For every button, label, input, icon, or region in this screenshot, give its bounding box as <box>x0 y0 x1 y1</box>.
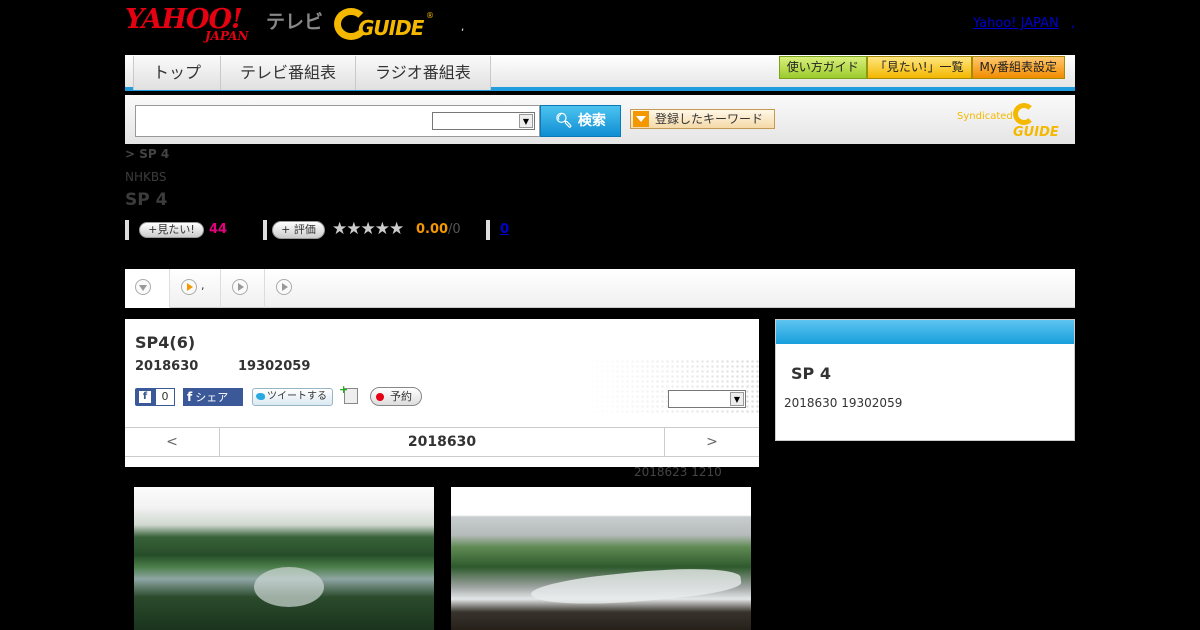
rating-total: /0 <box>448 222 461 237</box>
date-pager: < 2018630 > <box>125 427 759 457</box>
program-tabs: , <box>125 269 1075 308</box>
divider <box>486 220 490 240</box>
yahoo-japan-link[interactable]: Yahoo! JAPAN <box>973 16 1059 31</box>
usage-guide-button[interactable]: 使い方ガイド <box>778 56 867 79</box>
program-photo[interactable] <box>451 487 751 630</box>
episode-panel: SP4(6) 2018630 19302059 f 0 f シェア ツイートする … <box>125 319 759 467</box>
search-icon: 🔍︎ <box>555 113 578 129</box>
nav-tab-top[interactable]: トップ <box>133 56 221 90</box>
plus-icon: + <box>281 223 294 236</box>
syndicated-label: Syndicated <box>957 111 1013 122</box>
header-link-separator: , <box>1071 16 1076 31</box>
syndicated-logo-text: GUIDE <box>1013 125 1059 140</box>
nav-tab-radio-listings[interactable]: ラジオ番組表 <box>355 56 491 90</box>
divider <box>125 220 129 240</box>
tab-item[interactable] <box>266 269 309 308</box>
facebook-like-count: 0 <box>155 388 175 406</box>
rating-score: 0.00 <box>416 222 449 237</box>
gguide-logo[interactable]: GUIDE ® <box>334 8 434 42</box>
tweet-button[interactable]: ツイートする <box>252 388 333 406</box>
tweet-label: ツイートする <box>267 391 327 402</box>
want-to-watch-count: 44 <box>209 222 228 237</box>
record-icon <box>376 393 384 401</box>
nav-tabs: トップ テレビ番組表 ラジオ番組表 <box>133 56 491 90</box>
episode-title: SP4(6) <box>135 333 196 352</box>
saved-keywords-button[interactable]: 登録したキーワード <box>630 109 775 129</box>
side-panel-title: SP 4 <box>791 364 831 383</box>
tv-logo-label[interactable]: テレビ <box>266 7 323 34</box>
facebook-share-button[interactable]: f シェア <box>183 388 243 406</box>
nav-tab-tv-listings[interactable]: テレビ番組表 <box>220 56 356 90</box>
record-reserve-button[interactable]: 予約 <box>370 387 422 406</box>
tab-item[interactable] <box>222 269 265 308</box>
side-panel-header <box>776 320 1074 344</box>
search-bar: ▼ 🔍︎ 検索 登録したキーワード Syndicated GUIDE <box>125 95 1075 144</box>
review-count-link[interactable]: 0 <box>500 222 509 237</box>
play-icon <box>232 279 248 295</box>
tab-label: , <box>201 279 205 292</box>
registered-mark: ® <box>426 11 434 20</box>
program-photo[interactable] <box>134 487 434 630</box>
gguide-g-icon <box>1013 103 1035 125</box>
twitter-bird-icon <box>256 393 265 400</box>
tab-expanded[interactable] <box>125 269 170 308</box>
episode-select[interactable]: ▼ <box>668 390 746 408</box>
side-panel: SP 4 2018630 19302059 <box>775 319 1075 441</box>
page-title: SP 4 <box>125 190 168 210</box>
facebook-icon: f <box>187 390 193 404</box>
global-nav: トップ テレビ番組表 ラジオ番組表 使い方ガイド 「見たい!」一覧 My番組表設… <box>125 55 1075 91</box>
nav-utility-buttons: 使い方ガイド 「見たい!」一覧 My番組表設定 <box>778 56 1065 79</box>
search-button[interactable]: 🔍︎ 検索 <box>540 105 621 137</box>
plus-icon: + <box>148 223 158 236</box>
dropdown-arrow-icon <box>633 111 649 127</box>
gguide-logo-text: GUIDE <box>358 16 424 40</box>
watchlist-button[interactable]: 「見たい!」一覧 <box>866 56 972 79</box>
search-category-select[interactable]: ▼ <box>432 112 535 130</box>
facebook-like-button[interactable]: f 0 <box>135 388 175 406</box>
channel-name: NHKBS <box>125 170 167 184</box>
chevron-down-icon: ▼ <box>730 392 744 406</box>
rate-button[interactable]: + 評価 <box>272 221 325 239</box>
episode-time: 19302059 <box>238 359 311 374</box>
divider <box>263 220 267 240</box>
want-to-watch-label: 見たい! <box>157 223 195 236</box>
breadcrumb: > SP 4 <box>125 147 170 161</box>
yahoo-japan-logo[interactable]: YAHOO! JAPAN <box>125 6 261 42</box>
facebook-icon: f <box>139 391 151 403</box>
rating-stars: ★★★★★ <box>332 219 404 239</box>
play-icon <box>276 279 292 295</box>
add-calendar-icon[interactable] <box>339 383 358 404</box>
play-icon <box>181 279 197 295</box>
japan-logo-text: JAPAN <box>205 29 249 43</box>
want-to-watch-button[interactable]: +見たい! <box>139 222 204 238</box>
facebook-share-label: シェア <box>195 391 229 404</box>
syndicated-gguide-logo: GUIDE <box>1013 103 1075 140</box>
side-panel-info: 2018630 19302059 <box>784 396 903 410</box>
header-separator: , <box>461 22 465 33</box>
chevron-down-icon <box>135 279 151 295</box>
chevron-down-icon: ▼ <box>519 114 533 128</box>
rate-label: 評価 <box>293 223 316 236</box>
episode-date: 2018630 <box>135 359 199 374</box>
my-listings-settings-button[interactable]: My番組表設定 <box>971 56 1065 79</box>
pager-date: 2018630 <box>407 434 477 450</box>
previous-date-button[interactable]: < <box>125 428 220 457</box>
next-date-button[interactable]: > <box>664 428 759 457</box>
saved-keywords-label: 登録したキーワード <box>655 112 764 126</box>
reserve-label: 予約 <box>390 390 412 403</box>
tab-play[interactable]: , <box>171 269 221 308</box>
search-button-label: 検索 <box>577 113 606 129</box>
updated-timestamp: 2018623 1210 <box>634 465 722 479</box>
